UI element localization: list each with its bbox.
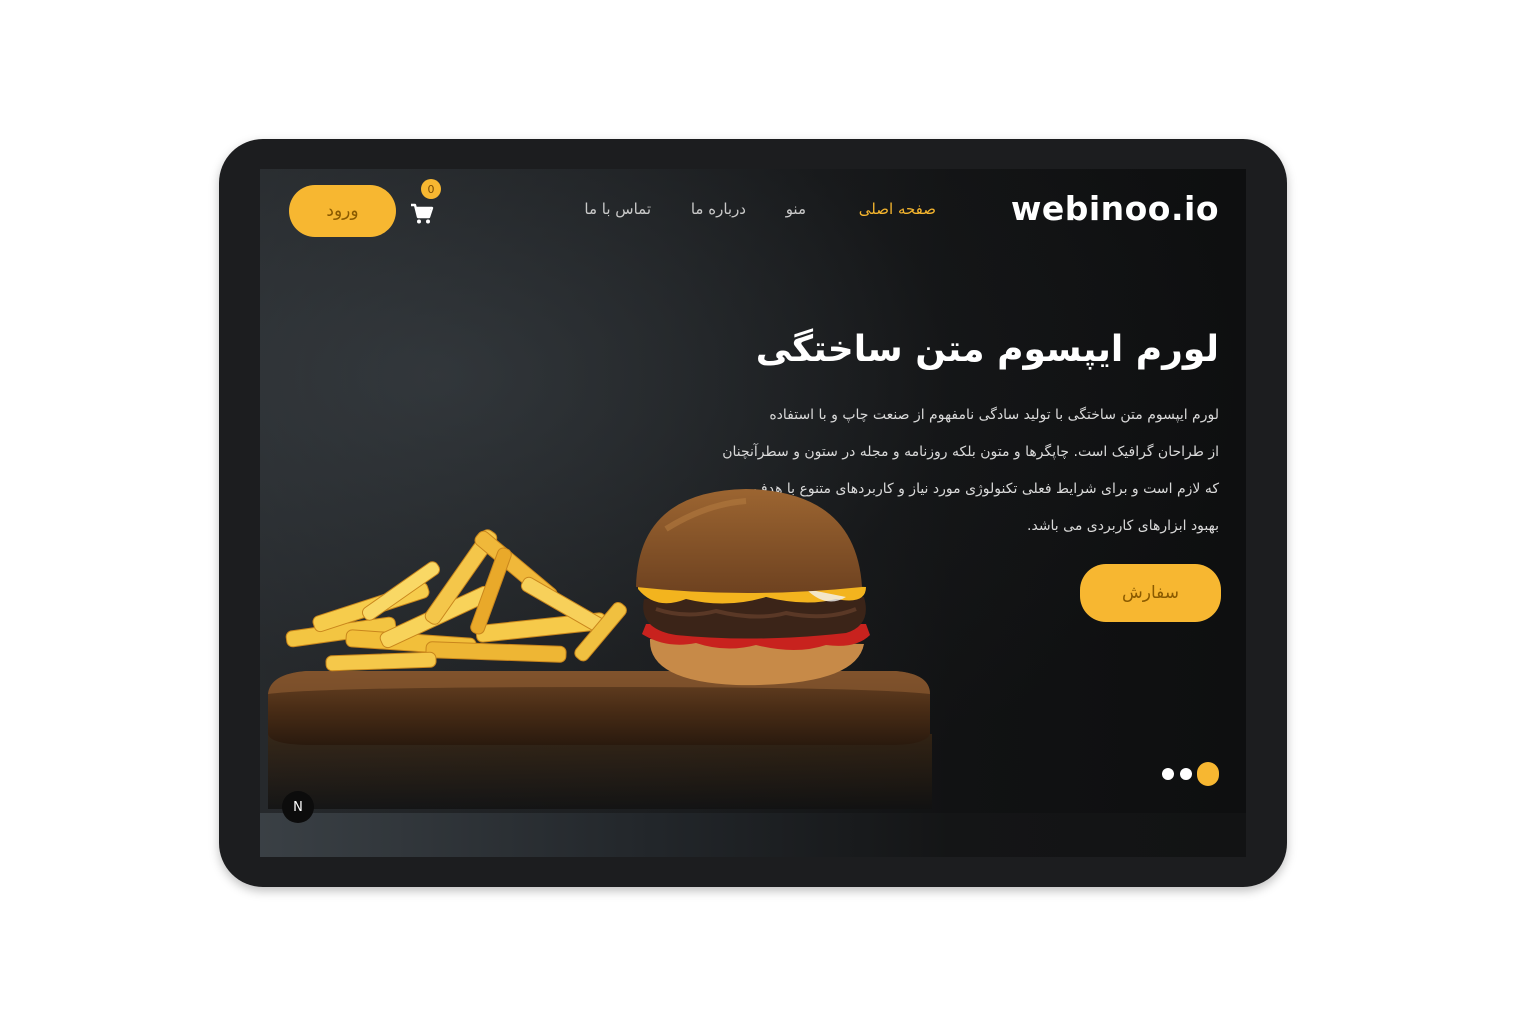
hero-text-line-4: بهبود ابزارهای کاربردی می باشد.: [1027, 518, 1219, 534]
corner-badge[interactable]: N: [282, 791, 314, 823]
nav-item-about[interactable]: درباره ما: [691, 200, 746, 218]
nav-item-contact[interactable]: تماس با ما: [584, 200, 651, 218]
carousel-dot[interactable]: [1180, 768, 1192, 780]
website-screen: webinoo.io صفحه اصلی منو درباره ما تماس …: [260, 169, 1246, 857]
bottom-strip: [260, 813, 1246, 857]
nav-item-home[interactable]: صفحه اصلی: [859, 200, 936, 218]
site-logo[interactable]: webinoo.io: [1011, 189, 1219, 228]
cart-count-badge: 0: [421, 179, 441, 199]
nav-item-menu[interactable]: منو: [786, 200, 806, 218]
order-button[interactable]: سفارش: [1080, 564, 1221, 622]
carousel-dot-active[interactable]: [1197, 762, 1219, 786]
burger-and-fries-image: [268, 489, 932, 809]
carousel-dot[interactable]: [1162, 768, 1174, 780]
carousel-indicator[interactable]: [1160, 761, 1220, 787]
login-button[interactable]: ورود: [289, 185, 396, 237]
hero-text-line-1: لورم ایپسوم متن ساختگی با تولید سادگی نا…: [769, 407, 1219, 423]
tablet-frame: webinoo.io صفحه اصلی منو درباره ما تماس …: [219, 139, 1287, 887]
hero-title: لورم ایپسوم متن ساختگی: [755, 329, 1219, 370]
cart-icon[interactable]: [410, 203, 434, 225]
